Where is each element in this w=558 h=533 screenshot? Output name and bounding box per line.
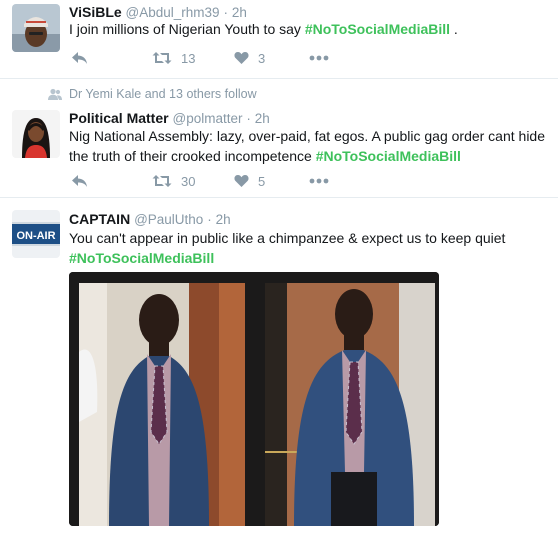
- user-handle[interactable]: @Abdul_rhm39: [126, 5, 220, 20]
- avatar-logo-text: ON-AIR: [16, 230, 55, 242]
- heart-icon: [234, 175, 249, 187]
- tweet-photo[interactable]: [69, 272, 439, 526]
- tweet-text-body: You can't appear in public like a chimpa…: [69, 230, 506, 246]
- tweet-text: Nig National Assembly: lazy, over-paid, …: [69, 126, 554, 166]
- retweet-count: 13: [181, 50, 196, 66]
- user-handle[interactable]: @polmatter: [172, 111, 242, 126]
- tweet-text: I join millions of Nigerian Youth to say…: [69, 19, 554, 39]
- display-name[interactable]: Political Matter: [69, 110, 169, 126]
- avatar-political-matter[interactable]: [12, 110, 60, 158]
- like-button[interactable]: 5: [234, 172, 265, 190]
- timestamp[interactable]: 2h: [216, 212, 231, 227]
- heart-icon: [234, 52, 249, 64]
- retweet-icon: [152, 52, 172, 64]
- retweet-button[interactable]: 30: [152, 172, 195, 190]
- like-count: 3: [258, 50, 266, 66]
- avatar-visible[interactable]: [12, 4, 60, 52]
- more-button[interactable]: [309, 49, 329, 67]
- like-count: 5: [258, 173, 266, 189]
- retweet-count: 30: [181, 173, 196, 189]
- timestamp[interactable]: 2h: [255, 111, 270, 126]
- display-name[interactable]: CAPTAIN: [69, 211, 130, 227]
- follow-context[interactable]: Dr Yemi Kale and 13 others follow: [69, 86, 257, 102]
- separator-dot: ·: [223, 5, 228, 20]
- follow-context-icon: [48, 88, 62, 100]
- hashtag-link[interactable]: #NoToSocialMediaBill: [316, 148, 461, 164]
- tweet-text-body: I join millions of Nigerian Youth to say: [69, 21, 305, 37]
- reply-button[interactable]: [71, 49, 88, 67]
- retweet-icon: [152, 175, 172, 187]
- display-name[interactable]: ViSiBLe: [69, 4, 122, 20]
- avatar-captain[interactable]: ON-AIR: [12, 210, 60, 258]
- user-handle[interactable]: @PaulUtho: [134, 212, 203, 227]
- like-button[interactable]: 3: [234, 49, 265, 67]
- tweet-text-body: Nig National Assembly: lazy, over-paid, …: [69, 128, 546, 164]
- reply-icon: [72, 52, 87, 64]
- hashtag-link[interactable]: #NoToSocialMediaBill: [69, 250, 214, 266]
- hashtag-link[interactable]: #NoToSocialMediaBill: [305, 21, 450, 37]
- separator-dot: ·: [246, 111, 251, 126]
- retweet-button[interactable]: 13: [152, 49, 195, 67]
- tweet-header: CAPTAIN @PaulUtho · 2h: [69, 210, 231, 229]
- tweet-text: You can't appear in public like a chimpa…: [69, 228, 554, 268]
- separator-dot: ·: [207, 212, 212, 227]
- reply-icon: [72, 175, 87, 187]
- timestamp[interactable]: 2h: [232, 5, 247, 20]
- more-icon: [309, 55, 329, 61]
- tweet-text-tail: .: [450, 21, 458, 37]
- more-button[interactable]: [309, 172, 329, 190]
- tweet-2[interactable]: Dr Yemi Kale and 13 others follow Politi…: [0, 79, 558, 196]
- more-icon: [309, 178, 329, 184]
- reply-button[interactable]: [71, 172, 88, 190]
- tweet-1[interactable]: ViSiBLe @Abdul_rhm39 · 2h I join million…: [0, 0, 558, 78]
